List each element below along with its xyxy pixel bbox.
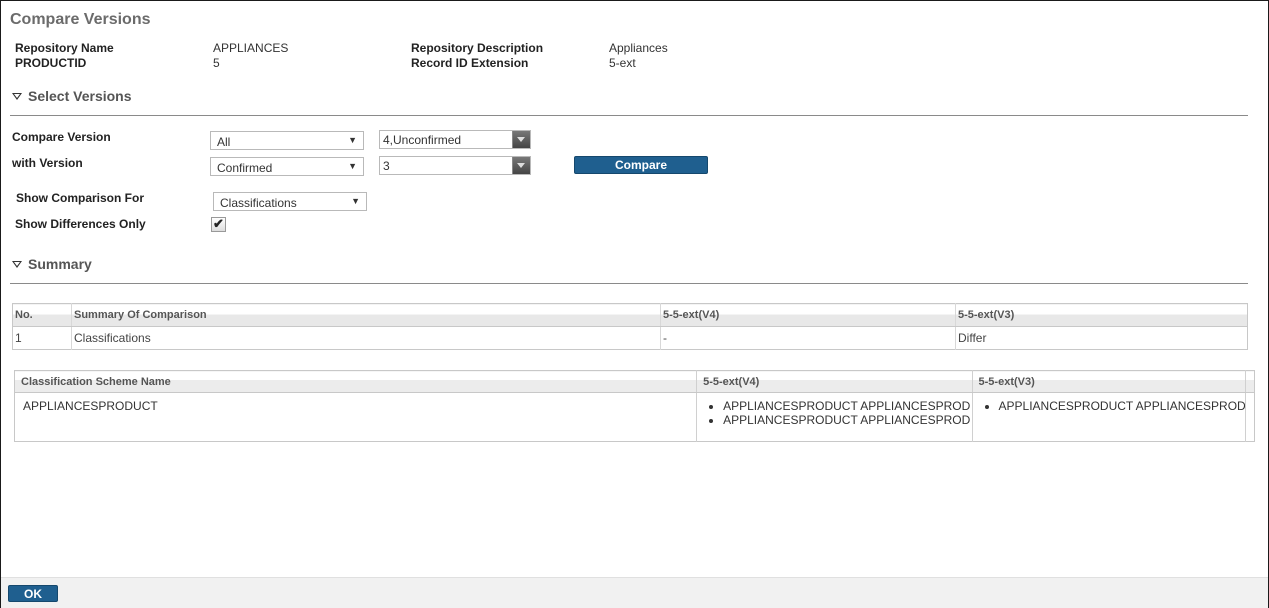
with-version-filter-select[interactable]: Confirmed ▼ <box>210 157 364 176</box>
column-header: Summary Of Comparison <box>71 303 661 327</box>
filler-cell <box>1244 392 1255 442</box>
list-item: APPLIANCESPRODUCT APPLIANCESPROD <box>723 399 970 413</box>
column-header: Classification Scheme Name <box>14 370 697 393</box>
v4-values-cell: APPLIANCESPRODUCT APPLIANCESPROD APPLIAN… <box>696 392 973 442</box>
compare-version-filter-value: All <box>217 135 231 149</box>
productid-value: 5 <box>213 56 220 70</box>
dialog-title: Compare Versions <box>10 11 151 28</box>
column-header: 5-5-ext(V4) <box>696 370 973 393</box>
compare-version-filter-select[interactable]: All ▼ <box>210 131 364 150</box>
dropdown-arrow-icon: ▼ <box>351 196 360 206</box>
combo-dropdown-button-icon[interactable] <box>512 157 530 174</box>
v4-values-list: APPLIANCESPRODUCT APPLIANCESPROD APPLIAN… <box>705 399 970 427</box>
column-header: 5-5-ext(V3) <box>955 303 1248 327</box>
table-row[interactable]: 1 Classifications - Differ <box>13 326 1248 350</box>
select-versions-section-toggle[interactable]: Select Versions <box>12 88 132 104</box>
compare-version-combo[interactable]: 4,Unconfirmed <box>379 130 531 149</box>
show-differences-only-checkbox[interactable]: ✔ <box>211 216 226 232</box>
v3-values-cell: APPLIANCESPRODUCT APPLIANCESPROD <box>971 392 1246 442</box>
select-versions-divider <box>10 115 1248 116</box>
show-comparison-for-label: Show Comparison For <box>16 191 145 205</box>
show-differences-only-label: Show Differences Only <box>15 217 146 231</box>
column-header: 5-5-ext(V3) <box>971 370 1246 393</box>
productid-label: PRODUCTID <box>15 56 87 70</box>
table-cell: 1 <box>15 331 22 345</box>
collapse-triangle-icon <box>12 260 22 268</box>
v3-values-list: APPLIANCESPRODUCT APPLIANCESPROD <box>981 399 1246 413</box>
summary-table-header: No. Summary Of Comparison 5-5-ext(V4) 5-… <box>12 303 1248 327</box>
with-version-label: with Version <box>12 156 83 170</box>
checkmark-icon: ✔ <box>213 216 224 231</box>
dialog-footer <box>1 577 1268 608</box>
table-cell: Classifications <box>71 326 661 350</box>
with-version-combo-value: 3 <box>383 159 390 173</box>
dropdown-arrow-icon: ▼ <box>348 161 357 171</box>
compare-button[interactable]: Compare <box>574 156 708 174</box>
summary-divider <box>10 283 1248 284</box>
show-comparison-for-value: Classifications <box>220 196 297 210</box>
summary-table: No. Summary Of Comparison 5-5-ext(V4) 5-… <box>12 303 1248 350</box>
list-item: APPLIANCESPRODUCT APPLIANCESPROD <box>723 413 970 427</box>
table-cell: - <box>660 326 956 350</box>
scheme-name-cell: APPLIANCESPRODUCT <box>23 399 158 413</box>
record-id-extension-value: 5-ext <box>609 56 636 70</box>
ok-button[interactable]: OK <box>8 585 58 602</box>
with-version-combo[interactable]: 3 <box>379 156 531 175</box>
collapse-triangle-icon <box>12 92 22 100</box>
compare-version-label: Compare Version <box>12 130 111 144</box>
record-id-extension-label: Record ID Extension <box>411 56 529 70</box>
classification-table-header: Classification Scheme Name 5-5-ext(V4) 5… <box>14 370 1255 393</box>
list-item: APPLIANCESPRODUCT APPLIANCESPROD <box>999 399 1246 413</box>
repository-description-value: Appliances <box>609 41 668 55</box>
combo-dropdown-button-icon[interactable] <box>512 131 530 148</box>
repository-name-label: Repository Name <box>15 41 114 55</box>
dropdown-arrow-icon: ▼ <box>348 135 357 145</box>
column-header-filler <box>1244 370 1255 393</box>
show-comparison-for-select[interactable]: Classifications ▼ <box>213 192 367 211</box>
summary-section-toggle[interactable]: Summary <box>12 256 92 272</box>
compare-version-combo-value: 4,Unconfirmed <box>383 133 462 147</box>
summary-section-title: Summary <box>28 256 92 272</box>
repository-description-label: Repository Description <box>411 41 544 55</box>
column-header: No. <box>12 303 72 327</box>
repository-name-value: APPLIANCES <box>213 41 289 55</box>
classification-comparison-table: Classification Scheme Name 5-5-ext(V4) 5… <box>14 370 1255 442</box>
with-version-filter-value: Confirmed <box>217 161 273 175</box>
table-cell: Differ <box>955 326 1248 350</box>
column-header: 5-5-ext(V4) <box>660 303 956 327</box>
select-versions-section-title: Select Versions <box>28 88 132 104</box>
table-row[interactable]: APPLIANCESPRODUCT APPLIANCESPRODUCT APPL… <box>15 392 1255 442</box>
